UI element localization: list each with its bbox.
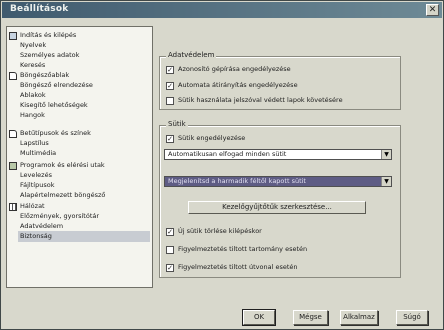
password-cookies-checkbox[interactable] [166, 97, 174, 105]
third-party-cookie-select[interactable]: Megjelenítsd a harmadik féltől kapott sü… [164, 176, 392, 187]
manage-cookies-button[interactable]: Kezelőgyűjtőtűk szerkesztése... [188, 201, 366, 214]
warn-path-checkbox[interactable]: ✓ [166, 264, 174, 272]
page-icon [9, 72, 17, 80]
apply-button[interactable]: Alkalmaz [340, 310, 378, 325]
sidebar-item-hangok[interactable]: Hangok [20, 110, 45, 121]
preferences-dialog: Beállítások ✕ Indítás és kilépés Nyelvek… [0, 0, 444, 330]
privacy-group-label: Adatvédelem [166, 51, 217, 59]
delete-new-cookies-checkbox[interactable]: ✓ [166, 228, 174, 236]
ok-button[interactable]: OK [242, 309, 276, 326]
title-bar[interactable]: Beállítások ✕ [2, 2, 442, 18]
cookies-group-label: Sütik [166, 120, 188, 128]
cookie-policy-select[interactable]: Automatikusan elfogad minden sütit ▼ [164, 149, 392, 160]
delete-new-cookies-label: Új sütik törlése kilépéskor [178, 227, 262, 235]
cookies-group: Sütik ✓ Sütik engedélyezése Automatikusa… [159, 120, 401, 278]
chevron-down-icon: ▼ [381, 177, 391, 186]
sidebar-item-multimedia[interactable]: Multimédia [20, 148, 56, 159]
close-icon: ✕ [428, 5, 437, 15]
warn-domain-label: Figyelmeztetés tiltott tartomány esetén [178, 245, 308, 253]
sidebar-item-alapertelmezett-bongeszo[interactable]: Alapértelmezett böngésző [20, 190, 105, 201]
category-tree: Indítás és kilépés Nyelvek Személyes ada… [6, 26, 153, 288]
page-icon [9, 130, 17, 138]
cancel-button[interactable]: Mégse [293, 310, 328, 325]
password-cookies-label: Sütik használata jelszóval védett lapok … [178, 96, 343, 104]
grid-icon [9, 203, 17, 211]
chevron-down-icon: ▼ [381, 150, 391, 159]
help-button[interactable]: Súgó [396, 310, 428, 325]
third-party-cookie-value: Megjelenítsd a harmadik féltől kapott sü… [168, 177, 306, 185]
warn-path-label: Figyelmeztetés tiltott útvonal esetén [178, 263, 298, 271]
enable-cookies-label: Sütik engedélyezése [178, 134, 246, 142]
warn-domain-checkbox[interactable] [166, 246, 174, 254]
window-title: Beállítások [10, 4, 69, 14]
cookie-policy-value: Automatikusan elfogad minden sütit [168, 150, 287, 158]
auto-redirect-label: Automata átirányítás engedélyezése [178, 81, 298, 89]
computer-icon [9, 32, 17, 40]
puzzle-icon [9, 162, 17, 170]
auto-redirect-checkbox[interactable]: ✓ [166, 82, 174, 90]
privacy-group: Adatvédelem ✓ Azonosító gépírása engedél… [159, 51, 401, 110]
enable-cookies-checkbox[interactable]: ✓ [166, 135, 174, 143]
password-form-checkbox[interactable]: ✓ [166, 66, 174, 74]
sidebar-item-biztonsag[interactable]: Biztonság [18, 231, 150, 242]
close-button[interactable]: ✕ [426, 4, 439, 16]
password-form-label: Azonosító gépírása engedélyezése [178, 65, 291, 73]
